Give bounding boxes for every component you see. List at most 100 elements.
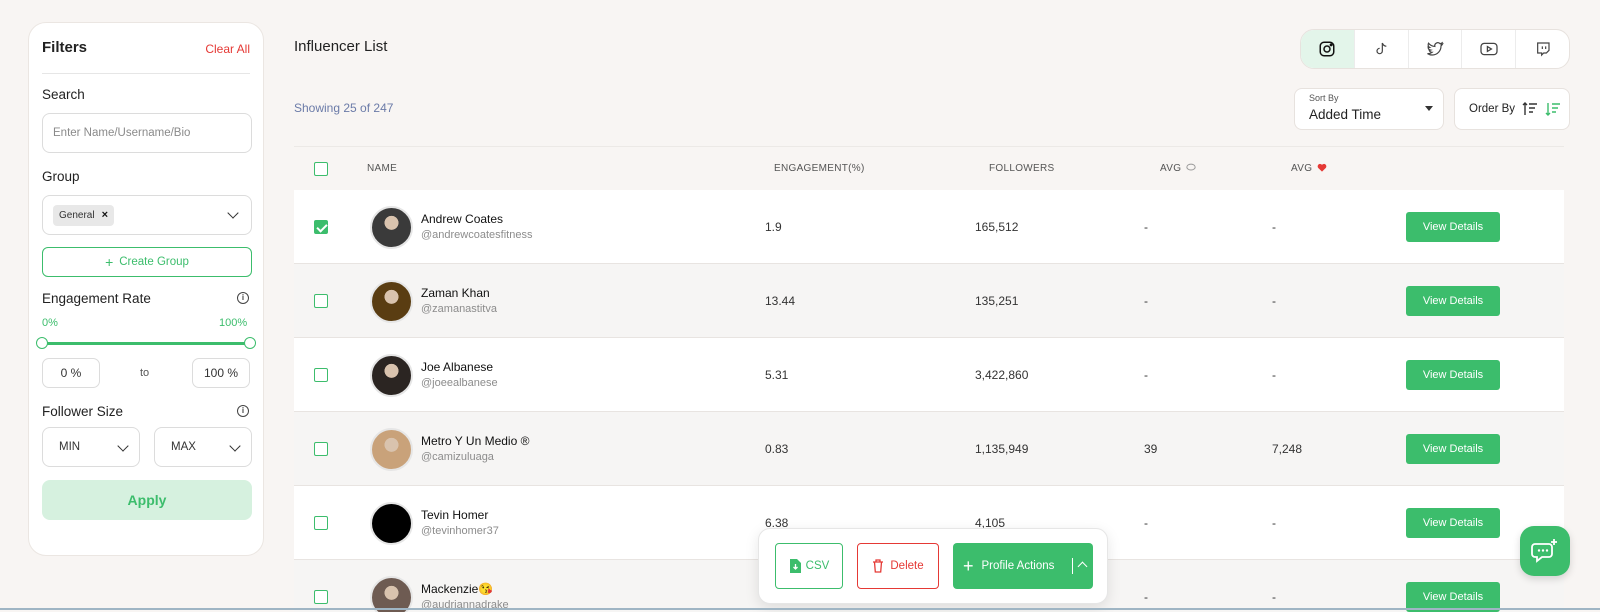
row-checkbox[interactable] (314, 220, 328, 234)
create-group-label: Create Group (119, 256, 189, 268)
delete-button[interactable]: Delete (857, 543, 939, 589)
tab-instagram[interactable] (1301, 30, 1355, 68)
engagement-max-input[interactable]: 100 % (192, 358, 250, 388)
chevron-down-icon (227, 207, 239, 219)
showing-count: Showing 25 of 247 (294, 101, 394, 115)
avg-likes-value: - (1272, 294, 1276, 308)
tab-tiktok[interactable] (1355, 30, 1409, 68)
column-header-followers[interactable]: FOLLOWERS (989, 163, 1055, 174)
sort-ascending-icon[interactable] (1522, 102, 1538, 116)
row-checkbox[interactable] (314, 516, 328, 530)
info-icon[interactable]: i (237, 292, 249, 304)
file-download-icon (789, 559, 801, 573)
filters-header: Filters Clear All (42, 39, 250, 74)
engagement-slider-max-handle[interactable] (244, 337, 256, 349)
influencer-name[interactable]: Mackenzie😘 (421, 582, 493, 596)
follower-min-select[interactable]: MIN (42, 427, 140, 467)
avatar[interactable] (370, 428, 413, 471)
avg-likes-value: 7,248 (1272, 442, 1303, 456)
sort-by-label: Sort By (1309, 93, 1339, 103)
tab-youtube[interactable] (1462, 30, 1517, 68)
influencer-username: @zamanastitva (421, 303, 497, 315)
youtube-icon (1480, 42, 1498, 56)
influencer-name[interactable]: Tevin Homer (421, 508, 488, 522)
view-details-button[interactable]: View Details (1406, 434, 1500, 464)
page-title: Influencer List (294, 38, 388, 55)
influencer-name[interactable]: Metro Y Un Medio ® (421, 434, 529, 448)
avatar[interactable] (370, 280, 413, 323)
clear-all-link[interactable]: Clear All (205, 42, 250, 56)
avatar[interactable] (370, 354, 413, 397)
tab-twitch[interactable] (1516, 30, 1569, 68)
influencer-name[interactable]: Andrew Coates (421, 212, 503, 226)
avatar[interactable] (370, 576, 413, 612)
instagram-icon (1319, 41, 1335, 57)
avg-comments-value: - (1144, 590, 1148, 604)
row-checkbox[interactable] (314, 368, 328, 382)
select-all-checkbox[interactable] (314, 162, 328, 176)
trash-icon (873, 559, 884, 573)
table-row: Zaman Khan @zamanastitva 13.44 135,251 -… (294, 264, 1564, 338)
follower-max-label: MAX (171, 441, 196, 453)
chip-remove-icon[interactable]: × (102, 205, 108, 226)
avatar[interactable] (370, 502, 413, 545)
influencer-username: @camizuluaga (421, 451, 494, 463)
engagement-value: 5.31 (765, 368, 789, 382)
view-details-button[interactable]: View Details (1406, 212, 1500, 242)
influencer-name[interactable]: Joe Albanese (421, 360, 493, 374)
order-by-control: Order By (1454, 88, 1570, 130)
view-details-button[interactable]: View Details (1406, 286, 1500, 316)
avg-likes-value: - (1272, 368, 1276, 382)
info-icon[interactable]: i (237, 405, 249, 417)
view-details-button[interactable]: View Details (1406, 508, 1500, 538)
tab-twitter[interactable] (1409, 30, 1463, 68)
plus-icon: + (105, 254, 114, 270)
chat-bubble-icon (1531, 539, 1557, 563)
avg-likes-value: - (1272, 220, 1276, 234)
filters-title: Filters (42, 39, 88, 56)
profile-actions-button[interactable]: + Profile Actions (953, 543, 1093, 589)
influencer-name[interactable]: Zaman Khan (421, 286, 490, 300)
table-row: Metro Y Un Medio ® @camizuluaga 0.83 1,1… (294, 412, 1564, 486)
profile-actions-label: Profile Actions (981, 560, 1055, 572)
followers-value: 135,251 (975, 294, 1019, 308)
engagement-slider-track[interactable] (42, 342, 252, 345)
comment-icon (1186, 163, 1197, 171)
group-chip-label: General (59, 210, 95, 221)
tiktok-icon (1376, 42, 1387, 55)
row-checkbox[interactable] (314, 590, 328, 604)
column-header-avg-comments[interactable]: AVG (1160, 163, 1197, 174)
avatar[interactable] (370, 206, 413, 249)
follower-max-select[interactable]: MAX (154, 427, 252, 467)
group-select[interactable]: General × (42, 195, 252, 235)
apply-button[interactable]: Apply (42, 480, 252, 520)
influencer-username: @joeealbanese (421, 377, 498, 389)
row-checkbox[interactable] (314, 442, 328, 456)
column-header-name[interactable]: NAME (367, 163, 397, 174)
bulk-action-bar: CSV Delete + Profile Actions (758, 528, 1108, 604)
chat-support-button[interactable] (1520, 526, 1570, 576)
engagement-rate-label: Engagement Rate (42, 291, 151, 306)
column-header-avg-likes[interactable]: AVG (1291, 163, 1327, 174)
csv-button[interactable]: CSV (775, 543, 843, 589)
follower-min-label: MIN (59, 441, 81, 453)
create-group-button[interactable]: + Create Group (42, 247, 252, 277)
sort-descending-icon[interactable] (1545, 102, 1561, 116)
engagement-slider-min-handle[interactable] (36, 337, 48, 349)
chevron-up-icon[interactable] (1077, 561, 1088, 572)
row-checkbox[interactable] (314, 294, 328, 308)
engagement-min-input[interactable]: 0 % (42, 358, 100, 388)
range-to-label: to (140, 367, 150, 379)
search-input[interactable] (42, 113, 252, 153)
engagement-value: 0.83 (765, 442, 789, 456)
followers-value: 3,422,860 (975, 368, 1029, 382)
engagement-max-pct: 100% (219, 317, 248, 329)
column-header-engagement[interactable]: ENGAGEMENT(%) (774, 163, 865, 174)
avg-comments-value: - (1144, 220, 1148, 234)
engagement-min-pct: 0% (42, 317, 58, 329)
sort-by-select[interactable]: Sort By Added Time (1294, 88, 1444, 130)
twitter-icon (1427, 41, 1444, 56)
avg-comments-value: - (1144, 516, 1148, 530)
group-chip: General × (53, 205, 115, 226)
view-details-button[interactable]: View Details (1406, 360, 1500, 390)
